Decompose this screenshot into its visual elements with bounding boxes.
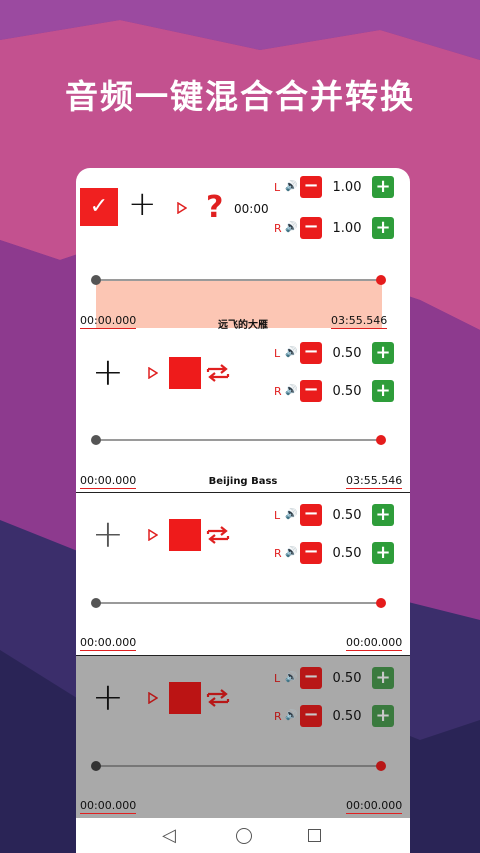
right-volume-value: 0.50: [332, 709, 362, 724]
end-time: 00:00.000: [346, 636, 403, 651]
left-channel-label: L: [274, 509, 281, 522]
right-volume-minus-button[interactable]: −: [300, 542, 322, 564]
trim-slider-track[interactable]: [96, 439, 382, 441]
track-title: Beijing Bass: [208, 476, 278, 487]
start-time: 00:00.000: [80, 314, 137, 329]
phone-screen: ✓ + ? 00:00 L 🔊 − 1.00 + R 🔊 − 1.00 + 00…: [76, 168, 410, 853]
left-volume-value: 1.00: [332, 180, 362, 195]
left-volume-minus-button[interactable]: −: [300, 176, 322, 198]
left-volume-plus-button[interactable]: +: [372, 176, 394, 198]
speaker-icon: 🔊: [285, 347, 298, 358]
start-time: 00:00.000: [80, 636, 137, 651]
right-channel-label: R: [274, 222, 282, 235]
speaker-icon: 🔊: [285, 710, 298, 721]
speaker-icon: 🔊: [285, 509, 298, 520]
waveform-thumbnail[interactable]: [169, 682, 201, 714]
add-track-button[interactable]: +: [92, 353, 124, 391]
playback-timer: 00:00: [234, 202, 269, 216]
end-time: 03:55.546: [331, 314, 388, 329]
play-icon[interactable]: [148, 367, 158, 379]
right-volume-value: 1.00: [332, 221, 362, 236]
right-channel-label: R: [274, 710, 282, 723]
trim-slider-track[interactable]: [96, 279, 382, 281]
confirm-button[interactable]: ✓: [80, 188, 118, 226]
left-volume-plus-button[interactable]: +: [372, 504, 394, 526]
speaker-icon: 🔊: [285, 672, 298, 683]
recent-apps-icon[interactable]: [308, 829, 321, 842]
back-icon[interactable]: ◁: [162, 825, 176, 846]
right-volume-plus-button[interactable]: +: [372, 217, 394, 239]
trim-start-handle[interactable]: [91, 435, 101, 445]
speaker-icon: 🔊: [285, 547, 298, 558]
speaker-icon: 🔊: [285, 222, 298, 233]
home-icon[interactable]: [236, 828, 252, 844]
speaker-icon: 🔊: [285, 181, 298, 192]
right-volume-plus-button[interactable]: +: [372, 542, 394, 564]
waveform-thumbnail[interactable]: [169, 357, 201, 389]
trim-end-handle[interactable]: [376, 761, 386, 771]
left-volume-plus-button[interactable]: +: [372, 667, 394, 689]
right-volume-minus-button[interactable]: −: [300, 217, 322, 239]
play-icon[interactable]: [148, 692, 158, 704]
track-4: + L 🔊 − 0.50 + R 🔊 − 0.50 + 00:00.000 00…: [76, 656, 410, 818]
end-time: 03:55.546: [346, 474, 403, 489]
track-title: 远飞的大雁: [218, 320, 268, 331]
add-track-button[interactable]: +: [92, 515, 124, 553]
left-volume-minus-button[interactable]: −: [300, 667, 322, 689]
start-time: 00:00.000: [80, 799, 137, 814]
left-channel-label: L: [274, 347, 281, 360]
trim-end-handle[interactable]: [376, 598, 386, 608]
start-time: 00:00.000: [80, 474, 137, 489]
trim-end-handle[interactable]: [376, 275, 386, 285]
left-volume-value: 0.50: [332, 346, 362, 361]
trim-start-handle[interactable]: [91, 761, 101, 771]
track-2: + L 🔊 − 0.50 + R 🔊 − 0.50 + 00:00.000 Be…: [76, 331, 410, 491]
left-channel-label: L: [274, 672, 281, 685]
left-volume-value: 0.50: [332, 508, 362, 523]
help-icon[interactable]: ?: [206, 190, 223, 225]
trim-slider-track[interactable]: [96, 602, 382, 604]
play-icon[interactable]: [148, 529, 158, 541]
headline: 音频一键混合合并转换: [65, 77, 415, 116]
end-time: 00:00.000: [346, 799, 403, 814]
right-volume-plus-button[interactable]: +: [372, 380, 394, 402]
right-volume-minus-button[interactable]: −: [300, 705, 322, 727]
right-volume-value: 0.50: [332, 384, 362, 399]
play-icon[interactable]: [177, 202, 187, 214]
track-1: ✓ + ? 00:00 L 🔊 − 1.00 + R 🔊 − 1.00 + 00…: [76, 168, 410, 331]
trim-start-handle[interactable]: [91, 598, 101, 608]
left-volume-minus-button[interactable]: −: [300, 504, 322, 526]
trim-slider-track[interactable]: [96, 765, 382, 767]
left-channel-label: L: [274, 181, 281, 194]
speaker-icon: 🔊: [285, 385, 298, 396]
left-volume-minus-button[interactable]: −: [300, 342, 322, 364]
right-volume-value: 0.50: [332, 546, 362, 561]
left-volume-value: 0.50: [332, 671, 362, 686]
add-track-button[interactable]: +: [92, 678, 124, 716]
add-track-button[interactable]: +: [128, 187, 157, 221]
right-volume-plus-button[interactable]: +: [372, 705, 394, 727]
swap-icon[interactable]: [205, 522, 231, 548]
swap-icon[interactable]: [205, 685, 231, 711]
right-channel-label: R: [274, 547, 282, 560]
trim-end-handle[interactable]: [376, 435, 386, 445]
swap-icon[interactable]: [205, 360, 231, 386]
track-3: + L 🔊 − 0.50 + R 🔊 − 0.50 + 00:00.000 00…: [76, 493, 410, 655]
right-channel-label: R: [274, 385, 282, 398]
waveform-thumbnail[interactable]: [169, 519, 201, 551]
trim-start-handle[interactable]: [91, 275, 101, 285]
system-navigation-bar: ◁: [76, 818, 410, 853]
left-volume-plus-button[interactable]: +: [372, 342, 394, 364]
right-volume-minus-button[interactable]: −: [300, 380, 322, 402]
